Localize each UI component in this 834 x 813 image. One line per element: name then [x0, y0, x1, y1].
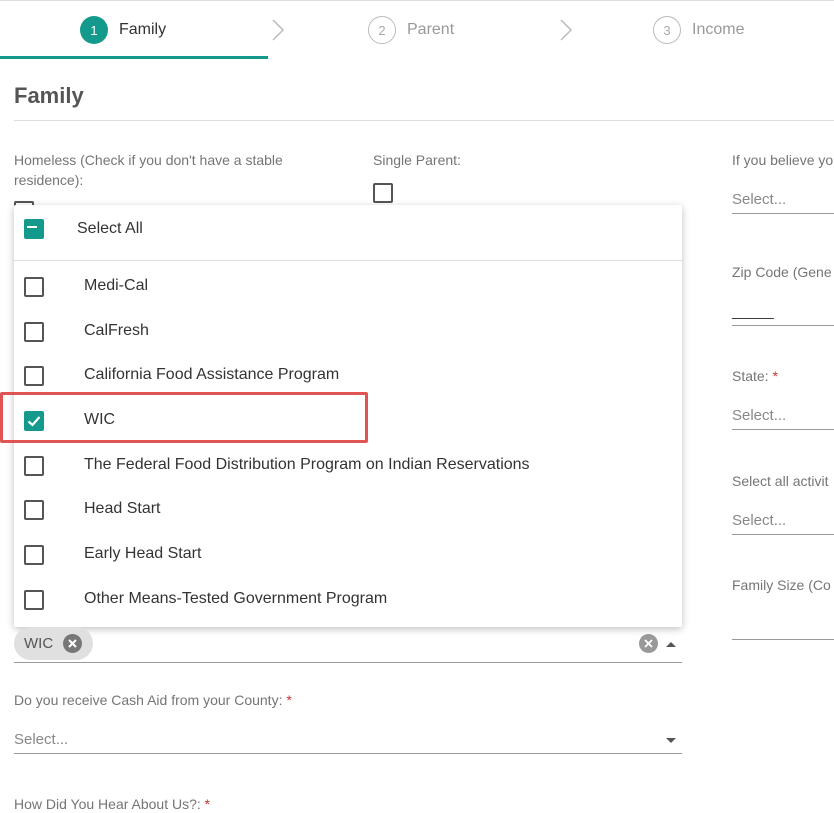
activities-select[interactable]: Select... — [732, 507, 834, 535]
cash-aid-select[interactable]: Select... — [14, 726, 682, 754]
required-mark: * — [286, 692, 292, 708]
option-checkbox[interactable] — [24, 322, 44, 342]
state-placeholder: Select... — [732, 407, 787, 424]
option-label: The Federal Food Distribution Program on… — [84, 456, 530, 473]
option-label: CalFresh — [84, 322, 149, 339]
required-mark: * — [204, 796, 211, 812]
divider — [14, 120, 834, 121]
option-checkbox[interactable] — [24, 545, 44, 565]
selected-chip-wic: WIC — [14, 627, 93, 660]
believe-label: If you believe yo — [732, 152, 834, 168]
step-number: 2 — [368, 16, 396, 44]
step-parent[interactable]: 2 Parent — [368, 15, 454, 45]
option-checkbox[interactable] — [24, 277, 44, 297]
option-row[interactable]: Early Head Start — [14, 533, 682, 577]
single-parent-checkbox[interactable] — [373, 183, 393, 203]
option-row[interactable]: Head Start — [14, 488, 682, 532]
option-checkbox[interactable] — [24, 500, 44, 520]
zip-label: Zip Code (Gene — [732, 264, 832, 280]
believe-select[interactable]: Select... — [732, 186, 834, 214]
select-all-label: Select All — [77, 220, 143, 237]
option-label: Early Head Start — [84, 545, 202, 562]
family-size-label: Family Size (Co — [732, 577, 831, 593]
chevron-right-icon — [560, 19, 573, 41]
programs-field-underline — [14, 662, 682, 663]
family-size-input[interactable] — [732, 612, 834, 640]
cash-aid-placeholder: Select... — [14, 731, 69, 748]
dropdown-caret-icon — [666, 738, 676, 743]
step-label: Income — [692, 21, 745, 38]
minus-icon — [27, 226, 37, 228]
step-number: 3 — [653, 16, 681, 44]
stepper: 1 Family 2 Parent 3 Income — [0, 0, 834, 59]
active-step-indicator — [0, 56, 268, 59]
step-number: 1 — [80, 16, 108, 44]
step-label: Parent — [407, 21, 455, 38]
collapse-caret-icon[interactable] — [666, 642, 676, 647]
activities-label: Select all activit — [732, 473, 829, 489]
clear-selection-icon[interactable] — [639, 634, 658, 653]
page-title: Family — [14, 83, 84, 108]
zip-value: _____ — [732, 303, 774, 320]
state-label: State: * — [732, 366, 778, 386]
cash-aid-label-text: Do you receive Cash Aid from your County… — [14, 692, 283, 708]
chip-label: WIC — [24, 635, 54, 652]
hear-about-label-text: How Did You Hear About Us?: — [14, 796, 201, 812]
option-row[interactable]: Medi-Cal — [14, 265, 682, 309]
step-label: Family — [119, 21, 167, 38]
select-all-row[interactable]: Select All — [14, 205, 682, 261]
option-label: Medi-Cal — [84, 277, 149, 294]
option-label: Head Start — [84, 500, 161, 517]
cash-aid-label: Do you receive Cash Aid from your County… — [14, 690, 292, 710]
select-all-checkbox[interactable] — [24, 219, 44, 239]
believe-placeholder: Select... — [732, 191, 787, 208]
option-label: California Food Assistance Program — [84, 366, 340, 383]
state-select[interactable]: Select... — [732, 402, 834, 430]
wic-highlight-box — [0, 392, 368, 443]
step-income[interactable]: 3 Income — [653, 15, 744, 45]
step-family[interactable]: 1 Family — [80, 15, 166, 45]
option-checkbox[interactable] — [24, 456, 44, 476]
single-parent-label: Single Parent: — [373, 152, 461, 168]
option-checkbox[interactable] — [24, 366, 44, 386]
state-label-text: State: — [732, 368, 769, 384]
zip-input[interactable]: _____ — [732, 298, 834, 326]
homeless-label: Homeless (Check if you don't have a stab… — [14, 152, 283, 188]
option-row[interactable]: The Federal Food Distribution Program on… — [14, 444, 682, 488]
option-row[interactable]: CalFresh — [14, 310, 682, 354]
required-mark: * — [772, 368, 778, 384]
chip-remove-icon[interactable] — [63, 634, 82, 653]
activities-placeholder: Select... — [732, 512, 787, 529]
option-row[interactable]: Other Means-Tested Government Program — [14, 578, 682, 622]
option-label: Other Means-Tested Government Program — [84, 590, 388, 607]
hear-about-label: How Did You Hear About Us?: * — [14, 794, 210, 813]
chevron-right-icon — [272, 19, 285, 41]
option-checkbox[interactable] — [24, 590, 44, 610]
